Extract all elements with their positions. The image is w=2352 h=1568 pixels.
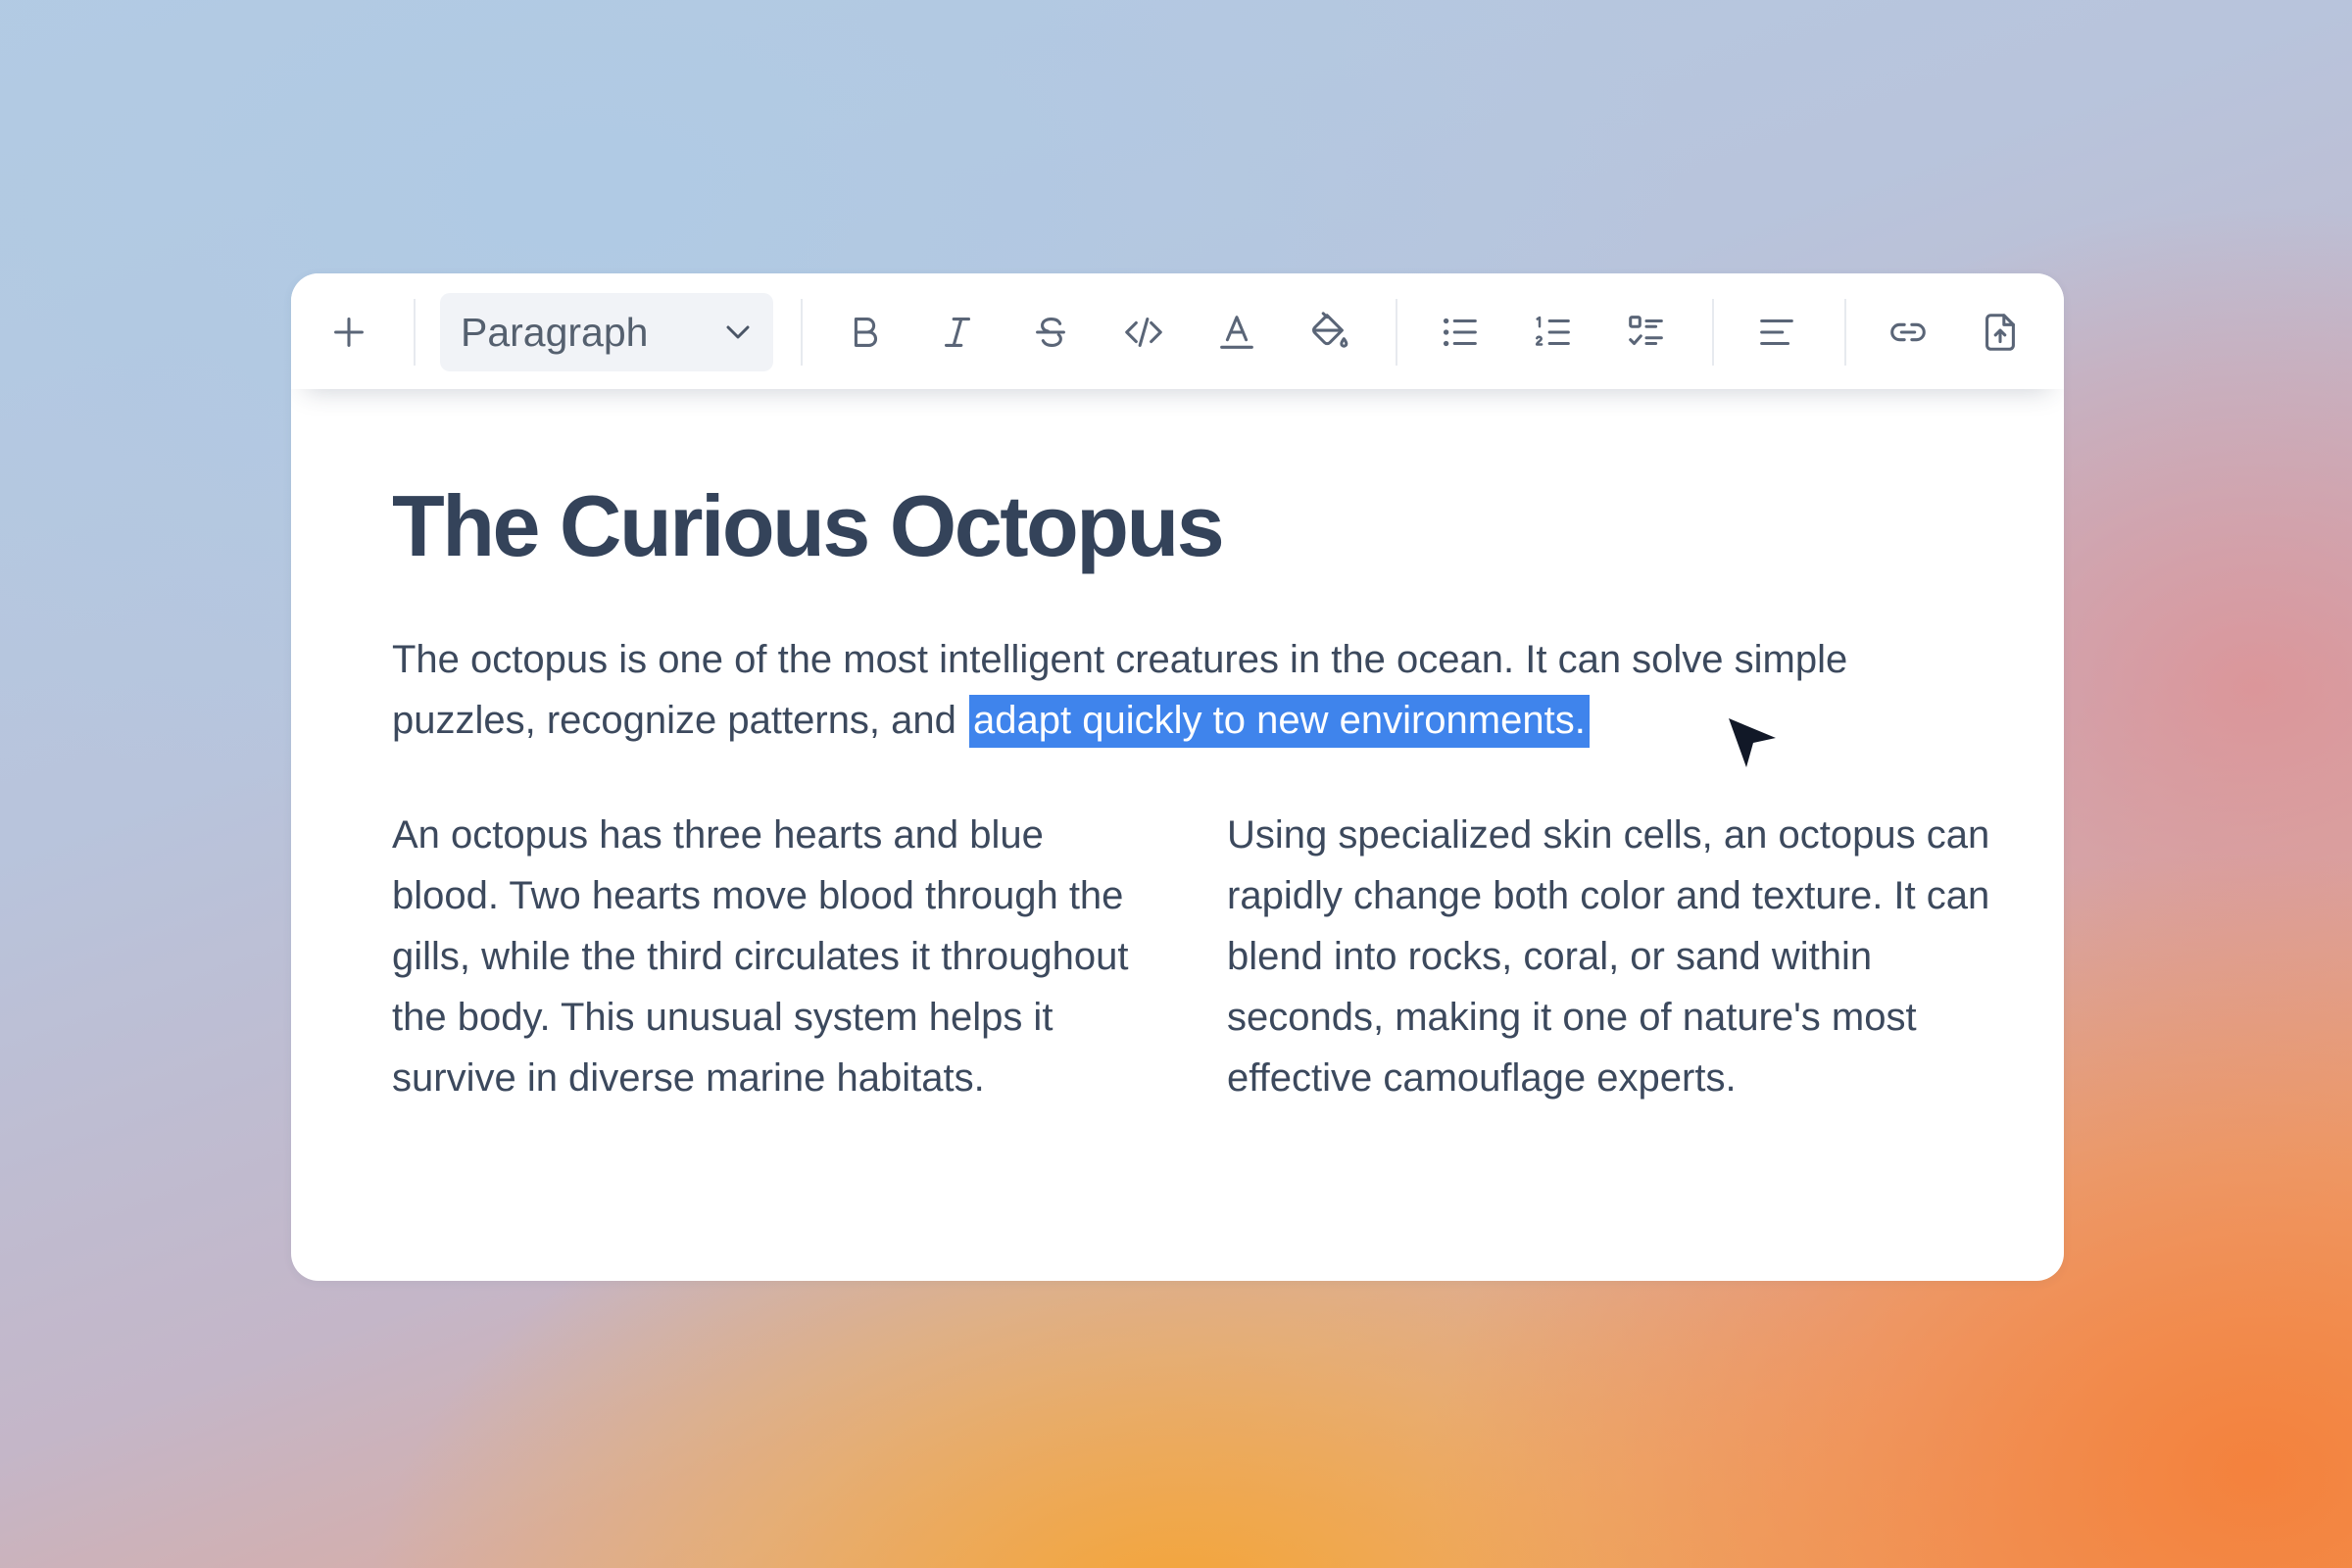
text-color-button[interactable] [1209,305,1264,360]
bullet-list-icon [1443,318,1477,347]
ordered-list-button[interactable] [1526,305,1581,360]
ordered-list-icon [1535,316,1570,346]
editor-toolbar: Paragraph [291,273,2064,389]
chevron-down-icon [726,325,750,339]
document-title[interactable]: The Curious Octopus [392,477,1225,575]
insert-link-button[interactable] [1881,305,1936,360]
upload-file-button[interactable] [1973,305,2028,360]
checklist-icon [1629,316,1663,346]
toolbar-divider [801,299,803,366]
italic-button[interactable] [930,305,985,360]
add-block-button[interactable] [321,305,376,360]
text-align-button[interactable] [1749,305,1804,360]
link-icon [1890,322,1926,342]
file-upload-icon [1985,314,2015,351]
text-color-icon [1220,316,1253,349]
bullet-list-button[interactable] [1433,305,1488,360]
task-list-button[interactable] [1619,305,1674,360]
toolbar-divider [414,299,416,366]
left-column-paragraph[interactable]: An octopus has three hearts and blue blo… [392,805,1137,1108]
toolbar-divider [1844,299,1846,366]
highlight-color-button[interactable] [1301,305,1356,360]
toolbar-divider [1396,299,1397,366]
block-type-label: Paragraph [461,310,649,355]
paint-bucket-icon [1312,312,1348,348]
block-type-dropdown[interactable]: Paragraph [440,293,773,371]
rich-text-editor: Paragraph The Curious Octopus The octopu… [291,273,2064,1281]
bold-icon [854,318,878,347]
mouse-pointer-icon [1729,718,1776,767]
plus-icon [334,318,364,347]
strikethrough-button[interactable] [1023,305,1078,360]
code-icon [1125,318,1162,347]
selected-text[interactable]: adapt quickly to new environments. [969,695,1590,748]
bold-button[interactable] [838,305,893,360]
align-left-icon [1760,318,1793,346]
code-button[interactable] [1116,305,1171,360]
strikethrough-icon [1036,318,1065,347]
right-column-paragraph[interactable]: Using specialized skin cells, an octopus… [1227,805,1991,1108]
toolbar-divider [1712,299,1714,366]
italic-icon [944,318,971,347]
